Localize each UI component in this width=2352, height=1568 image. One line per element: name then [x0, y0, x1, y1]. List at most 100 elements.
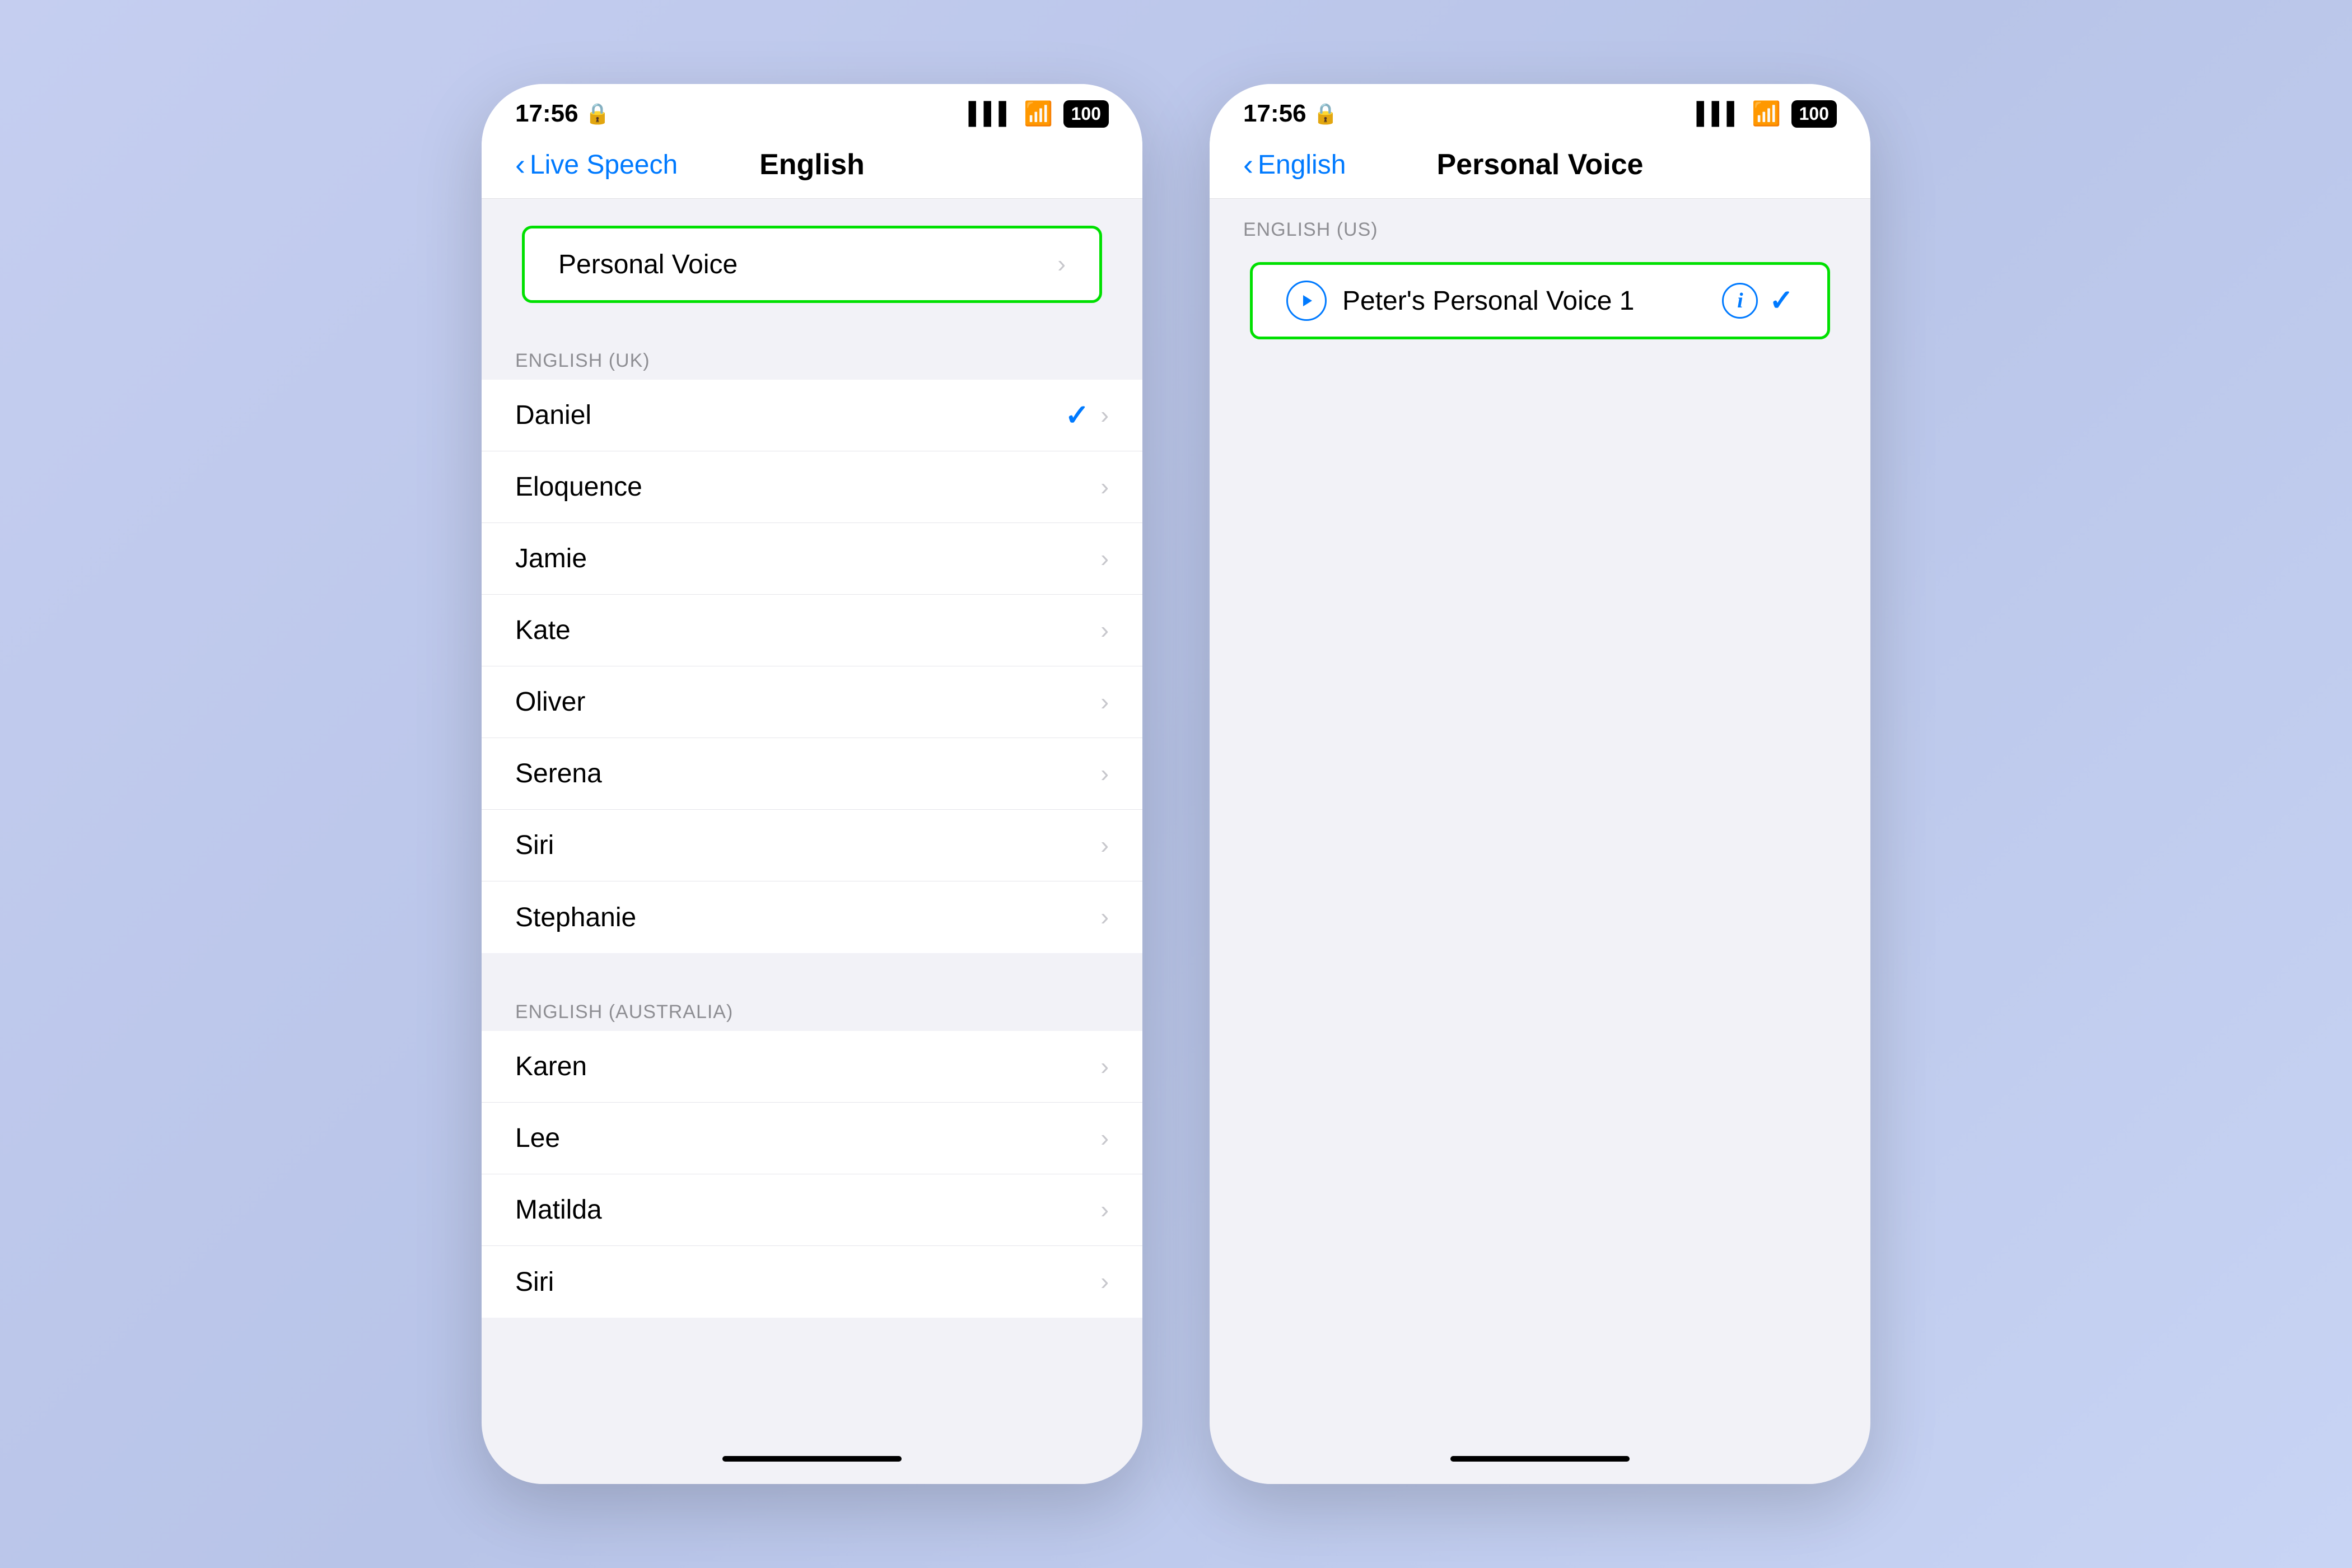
- chevron-icon: ›: [1100, 688, 1109, 716]
- section-label-us: ENGLISH (US): [1210, 199, 1870, 249]
- locked-icon-2: 🔒: [1313, 102, 1338, 125]
- content-1: Personal Voice › ENGLISH (UK) Daniel ✓ ›…: [482, 199, 1142, 1445]
- chevron-icon: ›: [1100, 760, 1109, 788]
- section-label-uk: ENGLISH (UK): [482, 330, 1142, 380]
- chevron-icon: ›: [1100, 1268, 1109, 1296]
- wifi-icon-1: 📶: [1024, 100, 1053, 128]
- chevron-icon: ›: [1100, 402, 1109, 430]
- personal-voice-section-2: Peter's Personal Voice 1 i ✓: [1210, 262, 1870, 339]
- list-item[interactable]: Jamie ›: [482, 523, 1142, 595]
- item-icons: ›: [1100, 545, 1109, 573]
- time-display-1: 17:56: [515, 100, 578, 128]
- australia-voice-list: Karen › Lee › Matilda › Siri ›: [482, 1031, 1142, 1318]
- spacer-1: [482, 953, 1142, 981]
- voice-name-peter: Peter's Personal Voice 1: [1342, 286, 1722, 316]
- phone-2: 17:56 🔒 ▌▌▌ 📶 100 ‹ English Personal Voi…: [1210, 84, 1870, 1484]
- personal-voice-item-2[interactable]: Peter's Personal Voice 1 i ✓: [1253, 265, 1827, 337]
- personal-voice-label: Personal Voice: [558, 249, 1057, 280]
- chevron-icon: ›: [1100, 903, 1109, 931]
- phone-1: 17:56 🔒 ▌▌▌ 📶 100 ‹ Live Speech English …: [482, 84, 1142, 1484]
- wifi-icon-2: 📶: [1752, 100, 1781, 128]
- item-icons: ✓ ›: [1065, 399, 1109, 432]
- back-button-1[interactable]: ‹ Live Speech: [515, 147, 678, 182]
- status-time-1: 17:56 🔒: [515, 100, 610, 128]
- item-icons: ›: [1100, 1268, 1109, 1296]
- chevron-icon: ›: [1100, 1124, 1109, 1152]
- voice-name: Eloquence: [515, 472, 1100, 502]
- item-icons: ›: [1100, 473, 1109, 501]
- checkmark-icon-peter: ✓: [1769, 284, 1794, 318]
- back-arrow-icon-1: ‹: [515, 147, 525, 182]
- personal-voice-highlighted-2: Peter's Personal Voice 1 i ✓: [1250, 262, 1830, 339]
- voice-name: Matilda: [515, 1194, 1100, 1225]
- page-title-1: English: [759, 148, 865, 181]
- personal-voice-highlighted: Personal Voice ›: [522, 226, 1102, 303]
- checkmark-icon: ✓: [1065, 399, 1090, 432]
- personal-voice-section: Personal Voice ›: [482, 199, 1142, 330]
- back-label-1: Live Speech: [530, 150, 678, 180]
- item-icons: ›: [1100, 903, 1109, 931]
- voice-name: Siri: [515, 830, 1100, 861]
- status-bar-2: 17:56 🔒 ▌▌▌ 📶 100: [1210, 84, 1870, 137]
- voice-name: Kate: [515, 615, 1100, 646]
- nav-bar-1: ‹ Live Speech English: [482, 137, 1142, 199]
- list-item[interactable]: Matilda ›: [482, 1174, 1142, 1246]
- section-label-australia: ENGLISH (AUSTRALIA): [482, 981, 1142, 1031]
- battery-indicator-1: 100: [1063, 100, 1109, 128]
- home-bar-2: [1450, 1456, 1630, 1462]
- chevron-icon: ›: [1100, 545, 1109, 573]
- chevron-icon: ›: [1100, 473, 1109, 501]
- item-icons: ›: [1100, 688, 1109, 716]
- list-item[interactable]: Siri ›: [482, 810, 1142, 881]
- list-item[interactable]: Serena ›: [482, 738, 1142, 810]
- list-item[interactable]: Daniel ✓ ›: [482, 380, 1142, 451]
- item-icons: ›: [1100, 1053, 1109, 1081]
- home-indicator-2: [1210, 1445, 1870, 1484]
- list-item[interactable]: Eloquence ›: [482, 451, 1142, 523]
- home-bar-1: [722, 1456, 902, 1462]
- info-icon[interactable]: i: [1722, 283, 1758, 319]
- play-icon[interactable]: [1286, 281, 1327, 321]
- time-display-2: 17:56: [1243, 100, 1306, 128]
- locked-icon-1: 🔒: [585, 102, 610, 125]
- info-letter: i: [1737, 288, 1743, 313]
- item-icons: ›: [1100, 1124, 1109, 1152]
- voice-name: Serena: [515, 758, 1100, 789]
- item-icons: ›: [1100, 832, 1109, 860]
- chevron-icon: ›: [1100, 1053, 1109, 1081]
- list-item[interactable]: Karen ›: [482, 1031, 1142, 1103]
- item-icons: ›: [1100, 760, 1109, 788]
- nav-bar-2: ‹ English Personal Voice: [1210, 137, 1870, 199]
- list-item[interactable]: Siri ›: [482, 1246, 1142, 1318]
- chevron-icon: ›: [1100, 832, 1109, 860]
- uk-voice-list: Daniel ✓ › Eloquence › Jamie › Kate: [482, 380, 1142, 953]
- chevron-icon: ›: [1100, 617, 1109, 645]
- item-icons: ›: [1100, 617, 1109, 645]
- voice-name: Stephanie: [515, 902, 1100, 933]
- personal-voice-row: Peter's Personal Voice 1: [1286, 281, 1722, 321]
- voice-name: Oliver: [515, 687, 1100, 717]
- signal-icon-2: ▌▌▌: [1697, 102, 1742, 126]
- personal-voice-item[interactable]: Personal Voice ›: [525, 228, 1099, 300]
- peter-voice-icons: i ✓: [1722, 283, 1794, 319]
- signal-icon-1: ▌▌▌: [969, 102, 1014, 126]
- status-icons-2: ▌▌▌ 📶 100: [1697, 100, 1837, 128]
- status-icons-1: ▌▌▌ 📶 100: [969, 100, 1109, 128]
- back-button-2[interactable]: ‹ English: [1243, 147, 1346, 182]
- voice-name: Lee: [515, 1123, 1100, 1154]
- back-arrow-icon-2: ‹: [1243, 147, 1253, 182]
- chevron-icon: ›: [1100, 1196, 1109, 1224]
- list-item[interactable]: Oliver ›: [482, 666, 1142, 738]
- voice-name: Daniel: [515, 400, 1065, 431]
- bottom-spacer-1: [482, 1318, 1142, 1362]
- list-item[interactable]: Lee ›: [482, 1103, 1142, 1174]
- status-bar-1: 17:56 🔒 ▌▌▌ 📶 100: [482, 84, 1142, 137]
- content-2: ENGLISH (US) Peter's Personal Voice 1: [1210, 199, 1870, 1445]
- list-item[interactable]: Kate ›: [482, 595, 1142, 666]
- voice-name: Karen: [515, 1051, 1100, 1082]
- empty-area-2: [1210, 353, 1870, 1249]
- status-time-2: 17:56 🔒: [1243, 100, 1338, 128]
- back-label-2: English: [1258, 150, 1346, 180]
- personal-voice-chevron-icon: ›: [1057, 250, 1066, 278]
- list-item[interactable]: Stephanie ›: [482, 881, 1142, 953]
